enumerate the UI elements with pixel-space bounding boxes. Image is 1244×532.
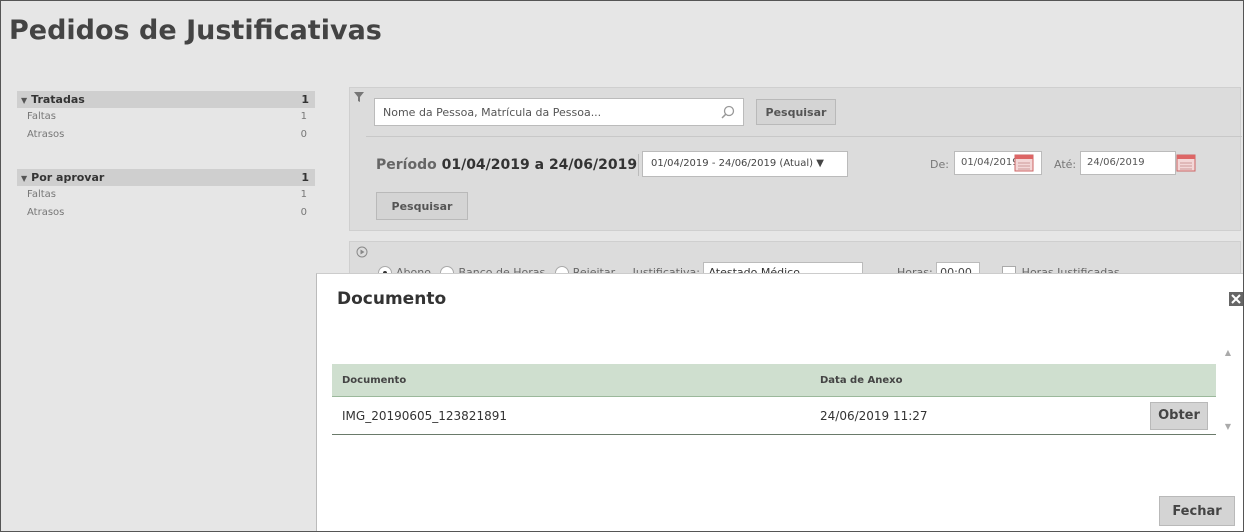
sidebar-item-count: 1 — [300, 111, 307, 122]
app-frame: Pedidos de Justificativas ▼ Tratadas 1 Fa… — [0, 0, 1244, 532]
scroll-down-icon[interactable]: ▼ — [1225, 422, 1231, 431]
sidebar-group-count: 1 — [301, 93, 309, 106]
expand-icon[interactable] — [356, 246, 368, 258]
calendar-icon[interactable] — [1176, 154, 1196, 172]
documents-table: Documento Data de Anexo IMG_20190605_123… — [332, 364, 1216, 435]
scroll-up-icon[interactable]: ▲ — [1225, 348, 1231, 357]
fechar-button[interactable]: Fechar — [1159, 496, 1235, 526]
sidebar-group-header[interactable]: ▼ Tratadas 1 — [17, 91, 315, 108]
sidebar-item-count: 0 — [300, 207, 307, 218]
obter-button[interactable]: Obter — [1150, 401, 1208, 430]
column-header-data-anexo[interactable]: Data de Anexo — [812, 375, 1142, 386]
sidebar-item-faltas[interactable]: Faltas 1 — [17, 186, 315, 204]
cell-data-anexo: 24/06/2019 11:27 — [820, 408, 928, 423]
periodo-value: 01/04/2019 a 24/06/2019 — [441, 157, 638, 173]
sidebar-item-count: 1 — [300, 189, 307, 200]
collapse-triangle-icon: ▼ — [21, 96, 28, 105]
sidebar-group-header[interactable]: ▼ Por aprovar 1 — [17, 169, 315, 186]
pesquisar-button[interactable]: Pesquisar — [376, 192, 468, 220]
sidebar-item-label: Faltas — [27, 189, 56, 200]
modal-title: Documento — [337, 289, 447, 309]
search-box — [374, 98, 744, 126]
search-input[interactable] — [375, 99, 705, 125]
divider — [366, 136, 1242, 137]
table-header: Documento Data de Anexo — [332, 364, 1216, 397]
sidebar-item-atrasos[interactable]: Atrasos 0 — [17, 204, 315, 222]
de-label: De: — [930, 158, 949, 171]
filter-icon[interactable] — [354, 92, 364, 102]
sidebar-group-label: Por aprovar — [31, 171, 105, 184]
periodo-label: Período — [376, 157, 437, 173]
page-title: Pedidos de Justificativas — [9, 15, 382, 46]
periodo-heading: Período 01/04/2019 a 24/06/2019 — [376, 157, 637, 173]
sidebar-group-count: 1 — [301, 171, 309, 184]
documento-modal: Documento Documento Data de Anexo IMG_20… — [316, 273, 1243, 531]
divider — [638, 154, 639, 176]
sidebar-item-label: Atrasos — [27, 207, 65, 218]
calendar-icon[interactable] — [1014, 154, 1034, 172]
sidebar-group-tratadas: ▼ Tratadas 1 Faltas 1 Atrasos 0 — [17, 91, 315, 144]
sidebar-item-atrasos[interactable]: Atrasos 0 — [17, 126, 315, 144]
ate-date-field[interactable]: 24/06/2019 — [1080, 151, 1176, 175]
collapse-triangle-icon: ▼ — [21, 174, 28, 183]
ate-label: Até: — [1054, 158, 1077, 171]
period-select[interactable]: 01/04/2019 - 24/06/2019 (Atual) ▼ — [642, 151, 848, 177]
cell-documento: IMG_20190605_123821891 — [342, 408, 507, 423]
column-header-documento[interactable]: Documento — [332, 375, 812, 386]
sidebar-item-count: 0 — [300, 129, 307, 140]
sidebar-item-faltas[interactable]: Faltas 1 — [17, 108, 315, 126]
table-row: IMG_20190605_123821891 24/06/2019 11:27 … — [332, 397, 1216, 435]
sidebar-item-label: Faltas — [27, 111, 56, 122]
sidebar-item-label: Atrasos — [27, 129, 65, 140]
search-button[interactable]: Pesquisar — [756, 99, 836, 125]
sidebar-group-label: Tratadas — [31, 93, 85, 106]
sidebar-group-por-aprovar: ▼ Por aprovar 1 Faltas 1 Atrasos 0 — [17, 169, 315, 222]
filter-panel: Pesquisar Período 01/04/2019 a 24/06/201… — [349, 87, 1242, 231]
close-icon[interactable] — [1229, 292, 1243, 306]
search-icon[interactable] — [721, 105, 735, 119]
